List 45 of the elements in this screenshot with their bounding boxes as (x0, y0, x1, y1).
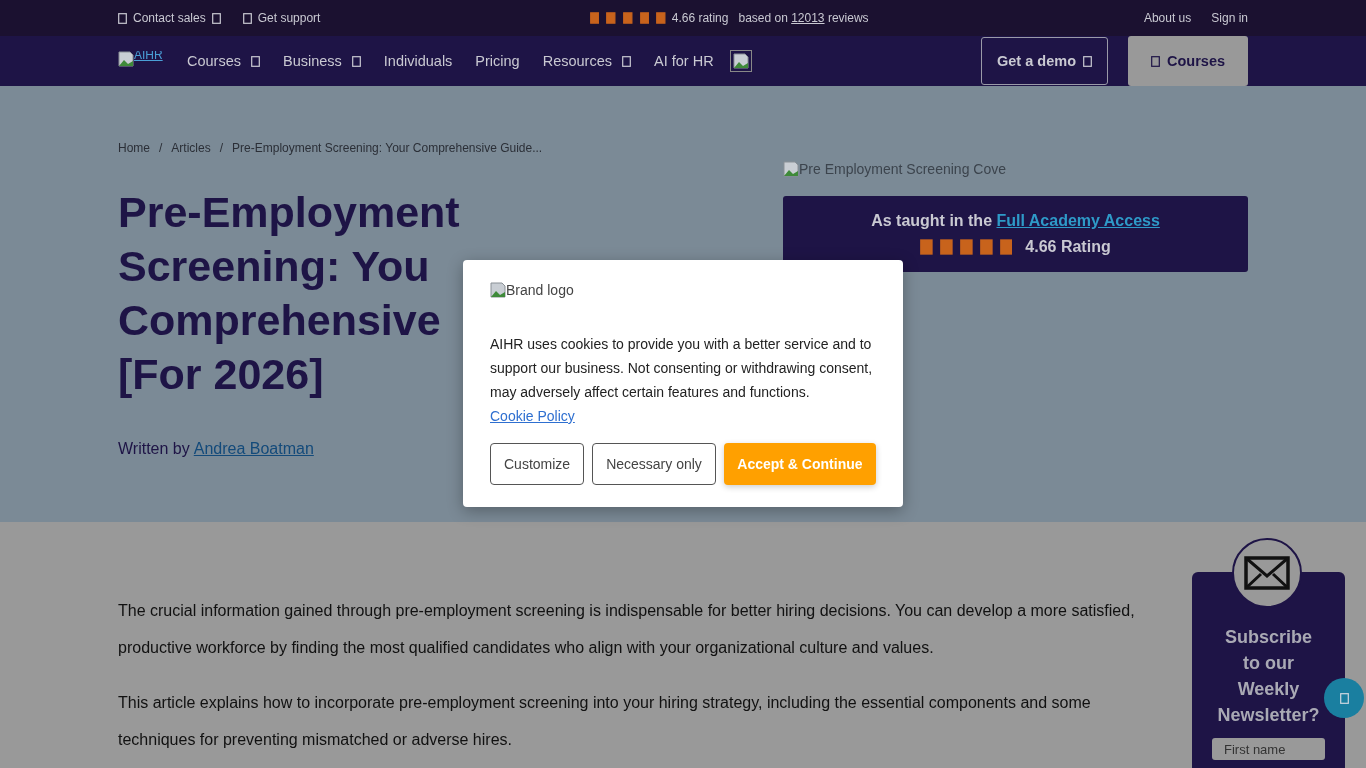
nav-item[interactable]: Pricing (475, 53, 520, 69)
article-title: Screening: You (118, 241, 430, 292)
paragraph: This article explains how to incorporate pre-employment screening into your hiring strategy, including the essential components and some techniques for preventing mismatched or adverse hires. (118, 693, 1092, 750)
nav-item[interactable]: AI for HR (654, 53, 714, 69)
breadcrumb-separator: / (159, 141, 163, 155)
support-link[interactable]: Get support (242, 11, 321, 25)
courses-button[interactable]: Courses (1128, 36, 1248, 86)
article-title: Pre-Employment (118, 187, 460, 238)
rating-score: 4.66 rating (671, 11, 729, 25)
broken-image-icon (732, 53, 749, 69)
broken-image-icon (783, 161, 799, 177)
rating-text: based on 12013 reviews (738, 11, 869, 25)
author-label: Written by (118, 440, 190, 458)
nav-item[interactable]: Resources (542, 53, 631, 69)
breadcrumb-current: Pre-Employment Screening: Your Comprehensive Guide... (232, 141, 543, 155)
breadcrumb-link[interactable]: Home (118, 141, 150, 155)
nav-item[interactable]: Individuals (383, 53, 453, 69)
breadcrumb-link[interactable]: Articles (171, 141, 211, 155)
newsletter-title: Subscribe to our Weekly Newsletter? (1216, 626, 1321, 727)
cookie-text: AIHR uses cookies to provide you with a better service and to support our business. Not consenting or withdrawing consent, may adversely affect certain features and functions. Cookie Policy (490, 335, 874, 426)
top-link[interactable]: Sign in (1211, 11, 1248, 25)
reviews-count-link[interactable]: 12013 (791, 11, 825, 25)
cookie-option-button[interactable]: Customize (490, 443, 585, 485)
first-name-field[interactable]: First name (1212, 738, 1325, 760)
broken-image-icon (118, 51, 134, 67)
envelope-icon (1244, 556, 1290, 590)
cover-image: Pre Employment Screening Cove (783, 159, 1006, 179)
broken-image-icon (490, 282, 506, 298)
article-title: [For 2026] (118, 349, 324, 400)
top-link[interactable]: About us (1143, 11, 1192, 25)
paragraph: The crucial information gained through pre-employment screening is indispensable for better hiring decisions. You can develop a more satisfied, productive workforce by finding the most qualified candidates who align with your organizational culture and values. (118, 601, 1136, 658)
nav-item[interactable]: Courses (187, 53, 260, 69)
cookie-option-button[interactable]: Necessary only (592, 443, 716, 485)
cookie-policy-link[interactable]: Cookie Policy (490, 408, 575, 424)
breadcrumb-separator: / (219, 141, 224, 155)
logo-link[interactable]: AIHR (118, 51, 168, 71)
academy-rating: 4.66 Rating (1025, 238, 1111, 256)
nav-item[interactable]: Business (283, 53, 361, 69)
academy-link[interactable]: Full Academy Access (996, 212, 1160, 229)
contact-link[interactable]: Contact sales (118, 11, 221, 25)
chat-button[interactable] (1324, 678, 1364, 718)
brand-logo: Brand logo (490, 282, 876, 298)
academy-text: As taught in the Full Academy Access (871, 212, 1160, 230)
demo-button[interactable]: Get a demo (981, 37, 1108, 85)
article-title: Comprehensive (118, 295, 441, 346)
